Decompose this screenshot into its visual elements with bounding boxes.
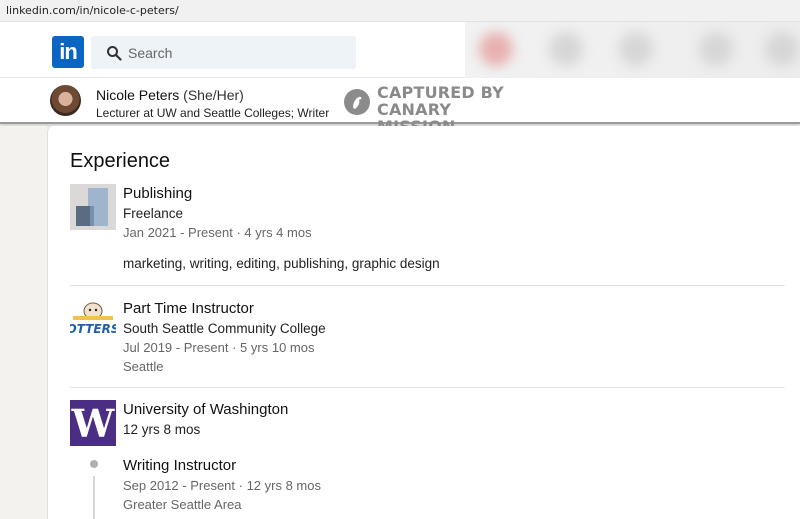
profile-name: Nicole Peters (She/Her) <box>96 87 244 103</box>
profile-name-text: Nicole Peters <box>96 87 180 103</box>
watermark-line1: CAPTURED BY <box>377 83 504 102</box>
position-title: Part Time Instructor <box>123 300 254 317</box>
search-icon <box>107 46 122 61</box>
url-text: linkedin.com/in/nicole-c-peters/ <box>6 4 179 17</box>
search-box[interactable] <box>91 36 356 69</box>
uw-logo-icon[interactable]: W <box>70 400 116 446</box>
canary-mission-watermark: CAPTURED BY CANARY MISSION <box>344 83 524 135</box>
divider <box>70 387 785 388</box>
profile-headline: Lecturer at UW and Seattle Colleges; Wri… <box>96 106 330 120</box>
search-input[interactable] <box>128 42 338 64</box>
profile-pronouns: (She/Her) <box>183 87 244 103</box>
divider <box>70 285 785 286</box>
svg-text:OTTERS: OTTERS <box>70 322 116 336</box>
location: Greater Seattle Area <box>123 497 242 512</box>
left-gutter <box>0 126 47 519</box>
linkedin-logo-icon[interactable]: in <box>52 36 84 68</box>
company-name: University of Washington <box>123 401 289 418</box>
date-range: Jan 2021 - Present · 4 yrs 4 mos <box>123 225 312 240</box>
timeline-line <box>93 476 95 519</box>
position-title: Writing Instructor <box>123 457 237 474</box>
company-name: Freelance <box>123 206 184 221</box>
address-bar[interactable]: linkedin.com/in/nicole-c-peters/ <box>0 0 800 22</box>
date-range: Sep 2012 - Present · 12 yrs 8 mos <box>123 478 321 493</box>
blurred-nav-icons <box>465 22 800 78</box>
canary-bird-icon <box>344 89 370 115</box>
date-range: Jul 2019 - Present · 5 yrs 10 mos <box>123 340 315 355</box>
timeline-dot <box>90 460 98 468</box>
profile-header: Nicole Peters (She/Her) Lecturer at UW a… <box>0 78 800 135</box>
location: Seattle <box>123 359 164 374</box>
experience-card: Experience Publishing Freelance Jan 2021… <box>47 126 800 519</box>
company-name: South Seattle Community College <box>123 321 326 336</box>
position-description: marketing, writing, editing, publishing,… <box>123 256 440 271</box>
position-title: Publishing <box>123 185 193 202</box>
otters-logo-icon[interactable]: OTTERS <box>67 299 119 345</box>
top-nav: in <box>0 22 800 78</box>
total-duration: 12 yrs 8 mos <box>123 422 201 437</box>
avatar[interactable] <box>50 85 81 116</box>
publishing-logo-icon <box>70 184 116 230</box>
section-title: Experience <box>70 150 171 172</box>
